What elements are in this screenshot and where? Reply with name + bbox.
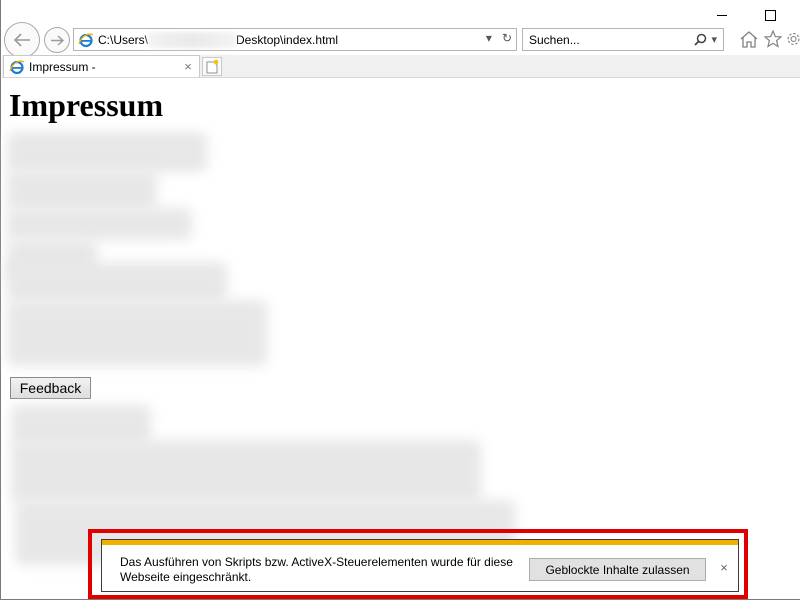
maximize-button[interactable] xyxy=(747,4,793,26)
redacted-content xyxy=(7,132,207,172)
chevron-down-icon[interactable]: ▾ xyxy=(486,31,492,45)
tab-strip: Impressum - × xyxy=(2,55,800,78)
settings-button[interactable] xyxy=(786,29,800,49)
redacted-content xyxy=(7,170,157,210)
tab-impressum[interactable]: Impressum - × xyxy=(3,55,200,77)
search-icon[interactable] xyxy=(694,33,707,46)
redacted-content xyxy=(7,300,267,366)
arrow-right-icon xyxy=(51,34,64,46)
back-button[interactable] xyxy=(4,22,40,58)
search-box[interactable]: Suchen... ▾ xyxy=(522,28,724,51)
address-path: Desktop\index.html xyxy=(236,32,339,47)
address-bar[interactable]: C:\Users\ Desktop\index.html ▾ ↻ xyxy=(73,28,517,51)
tab-label: Impressum - xyxy=(29,59,96,74)
address-user-prefix: C:\Users\ xyxy=(98,32,149,47)
search-input[interactable]: Suchen... xyxy=(523,33,694,47)
ie-logo-icon xyxy=(78,32,94,47)
new-tab-icon xyxy=(206,59,219,74)
browser-window: C:\Users\ Desktop\index.html ▾ ↻ Suchen.… xyxy=(0,0,800,600)
favorites-button[interactable] xyxy=(763,29,783,49)
gear-icon xyxy=(787,33,800,45)
new-tab-button[interactable] xyxy=(202,57,222,76)
close-icon[interactable]: × xyxy=(717,560,731,576)
redacted-content xyxy=(11,405,151,445)
maximize-icon xyxy=(764,9,776,21)
redacted-username xyxy=(148,31,237,48)
chevron-down-icon[interactable]: ▾ xyxy=(711,33,717,46)
allow-blocked-content-button[interactable]: Geblockte Inhalte zulassen xyxy=(529,558,706,581)
page-heading: Impressum xyxy=(9,87,164,123)
arrow-left-icon xyxy=(13,33,30,47)
redacted-content xyxy=(7,262,227,302)
notification-message: Das Ausführen von Skripts bzw. ActiveX-S… xyxy=(120,555,513,584)
redacted-content xyxy=(7,208,192,240)
notification-bar: Das Ausführen von Skripts bzw. ActiveX-S… xyxy=(101,539,739,592)
refresh-icon[interactable]: ↻ xyxy=(502,31,512,45)
forward-button[interactable] xyxy=(44,27,70,53)
home-button[interactable] xyxy=(739,29,759,49)
ie-logo-icon xyxy=(9,59,25,74)
feedback-button[interactable]: Feedback xyxy=(10,377,91,399)
star-icon xyxy=(764,30,782,48)
notification-stripe xyxy=(102,540,738,545)
close-tab-icon[interactable]: × xyxy=(181,59,195,74)
minimize-button[interactable] xyxy=(699,4,745,26)
redacted-content xyxy=(11,440,481,502)
home-icon xyxy=(740,30,758,48)
minimize-icon xyxy=(717,14,727,16)
